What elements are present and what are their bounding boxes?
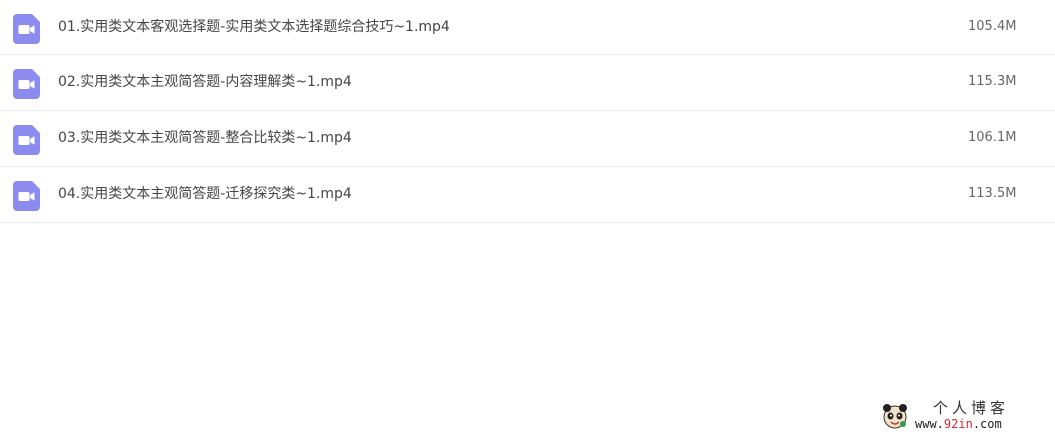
file-size: 105.4M bbox=[968, 19, 1017, 34]
video-file-icon bbox=[13, 181, 40, 211]
file-row[interactable]: 04.实用类文本主观简答题-迁移探究类~1.mp4 113.5M bbox=[0, 167, 1055, 223]
file-name[interactable]: 04.实用类文本主观简答题-迁移探究类~1.mp4 bbox=[58, 184, 352, 204]
file-list: 01.实用类文本客观选择题-实用类文本选择题综合技巧~1.mp4 105.4M … bbox=[0, 0, 1055, 223]
watermark-url: www.92in.com bbox=[915, 416, 1002, 432]
file-name[interactable]: 03.实用类文本主观简答题-整合比较类~1.mp4 bbox=[58, 128, 352, 148]
video-file-icon bbox=[13, 14, 40, 44]
file-row[interactable]: 01.实用类文本客观选择题-实用类文本选择题综合技巧~1.mp4 105.4M bbox=[0, 0, 1055, 55]
file-size: 113.5M bbox=[968, 186, 1017, 201]
file-name[interactable]: 02.实用类文本主观简答题-内容理解类~1.mp4 bbox=[58, 72, 352, 92]
file-name[interactable]: 01.实用类文本客观选择题-实用类文本选择题综合技巧~1.mp4 bbox=[58, 17, 450, 37]
watermark-url-suffix: .com bbox=[972, 417, 1002, 431]
file-size: 115.3M bbox=[968, 74, 1017, 89]
watermark-title: 个人博客 bbox=[933, 399, 1010, 417]
video-file-icon bbox=[13, 69, 40, 99]
video-file-icon bbox=[13, 125, 40, 155]
blog-watermark: 个人博客 www.92in.com bbox=[881, 399, 1041, 433]
watermark-url-accent: 92in bbox=[943, 417, 973, 431]
file-row[interactable]: 03.实用类文本主观简答题-整合比较类~1.mp4 106.1M bbox=[0, 111, 1055, 167]
file-size: 106.1M bbox=[968, 130, 1017, 145]
watermark-url-prefix: www. bbox=[915, 417, 944, 431]
file-row[interactable]: 02.实用类文本主观简答题-内容理解类~1.mp4 115.3M bbox=[0, 55, 1055, 111]
panda-avatar-icon bbox=[883, 404, 907, 429]
